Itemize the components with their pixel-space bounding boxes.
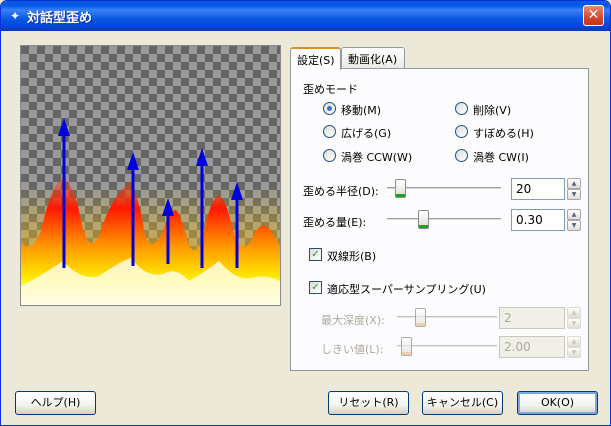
radius-spin-up[interactable]: ▲	[567, 178, 581, 189]
mode-swirl-ccw-label[interactable]: 渦巻 CCW(W)	[341, 149, 412, 165]
close-button[interactable]: ✕	[583, 5, 604, 26]
threshold-spin-up[interactable]: ▲	[567, 336, 581, 347]
preview-area[interactable]	[20, 45, 281, 306]
threshold-slider-thumb[interactable]	[401, 337, 413, 356]
mode-move-radio[interactable]	[323, 102, 336, 115]
amount-slider-thumb[interactable]	[417, 210, 429, 229]
tab-settings[interactable]: 設定(S)	[290, 47, 341, 70]
bilinear-checkbox[interactable]: ✓	[309, 248, 322, 261]
mode-remove-radio[interactable]	[455, 102, 468, 115]
supersampling-label[interactable]: 適応型スーパーサンプリング(U)	[327, 281, 486, 297]
max-depth-label: 最大深度(X):	[321, 314, 385, 327]
amount-spin-up[interactable]: ▲	[567, 209, 581, 220]
max-depth-spin-up[interactable]: ▲	[567, 307, 581, 318]
threshold-spin-down[interactable]: ▼	[567, 347, 581, 358]
max-depth-value-input[interactable]: 2	[499, 307, 565, 329]
mode-grow-radio[interactable]	[323, 125, 336, 138]
amount-slider-track[interactable]	[387, 218, 501, 221]
max-depth-slider-track[interactable]	[397, 316, 497, 319]
dialog-window: ✦ 対話型歪め ✕ 設定(S) 動画化(A) 歪めモード 移動(M) 削除(V)…	[0, 0, 611, 426]
mode-remove-label[interactable]: 削除(V)	[473, 102, 511, 118]
help-button[interactable]: ヘルプ(H)	[15, 391, 96, 415]
mode-grow-label[interactable]: 広げる(G)	[341, 125, 391, 141]
cancel-button[interactable]: キャンセル(C)	[422, 391, 503, 415]
mode-shrink-label[interactable]: すぼめる(H)	[473, 125, 534, 141]
radius-spin-down[interactable]: ▼	[567, 189, 581, 200]
ok-button[interactable]: OK(O)	[517, 391, 598, 415]
mode-group-label: 歪めモード	[303, 83, 358, 96]
tab-animate[interactable]: 動画化(A)	[341, 47, 405, 68]
amount-label: 歪める量(E):	[303, 216, 367, 229]
settings-panel: 歪めモード 移動(M) 削除(V) 広げる(G) すぼめる(H) 渦巻 CCW(…	[290, 68, 589, 371]
mode-move-label[interactable]: 移動(M)	[341, 102, 381, 118]
amount-spin-down[interactable]: ▼	[567, 220, 581, 231]
radius-value-input[interactable]: 20	[511, 178, 565, 200]
radius-label: 歪める半径(D):	[303, 185, 379, 198]
title-bar[interactable]: ✦ 対話型歪め ✕	[1, 1, 610, 31]
max-depth-slider-thumb[interactable]	[414, 308, 426, 327]
mode-shrink-radio[interactable]	[455, 125, 468, 138]
gimp-icon: ✦	[9, 9, 21, 23]
supersampling-checkbox[interactable]: ✓	[309, 281, 322, 294]
threshold-value-input[interactable]: 2.00	[499, 336, 565, 358]
mode-swirl-cw-radio[interactable]	[455, 149, 468, 162]
mode-swirl-ccw-radio[interactable]	[323, 149, 336, 162]
reset-button[interactable]: リセット(R)	[328, 391, 409, 415]
max-depth-spin-down[interactable]: ▼	[567, 318, 581, 329]
mode-swirl-cw-label[interactable]: 渦巻 CW(I)	[473, 149, 529, 165]
window-title: 対話型歪め	[27, 11, 93, 26]
radius-slider-thumb[interactable]	[395, 179, 407, 198]
amount-value-input[interactable]: 0.30	[511, 209, 565, 231]
preview-image[interactable]	[21, 46, 280, 305]
threshold-label: しきい値(L):	[321, 343, 384, 356]
bilinear-label[interactable]: 双線形(B)	[327, 248, 376, 264]
